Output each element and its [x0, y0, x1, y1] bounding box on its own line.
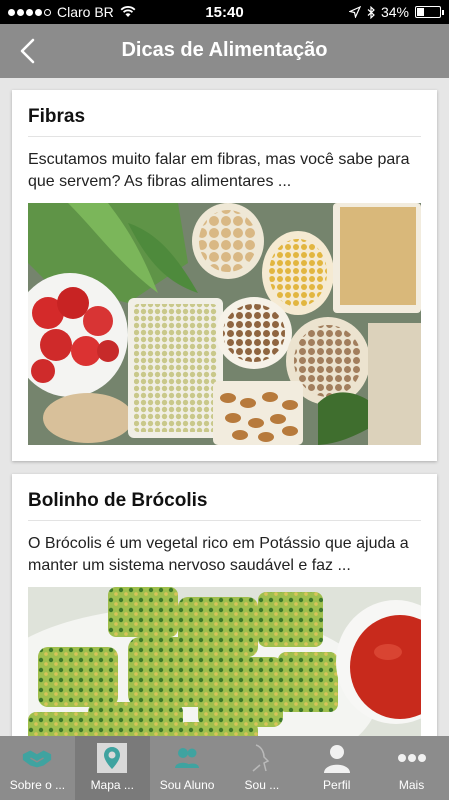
card-excerpt: O Brócolis é um vegetal rico em Potássio… — [28, 535, 409, 574]
tab-sobre[interactable]: Sobre o ... — [0, 736, 75, 800]
card-excerpt: Escutamos muito falar em fibras, mas voc… — [28, 151, 410, 190]
battery-label: 34% — [380, 4, 409, 20]
page-title: Dicas de Alimentação — [121, 39, 328, 61]
tab-label: Mais — [398, 778, 425, 792]
tab-sou[interactable]: Sou ... — [224, 736, 299, 800]
more-dots-icon — [396, 742, 428, 774]
battery-fill — [417, 8, 424, 16]
content-list[interactable]: Fibras Escutamos muito falar em fibras, … — [0, 78, 449, 736]
tab-label: Mapa ... — [90, 778, 134, 792]
status-right: 34% — [348, 4, 444, 20]
grains-bowls-image — [28, 203, 421, 445]
location-arrow-icon — [348, 6, 361, 18]
tab-label: Sou ... — [244, 778, 280, 792]
card-image-brocolis — [28, 587, 421, 736]
tab-mapa[interactable]: Mapa ... — [74, 736, 150, 800]
tab-perfil[interactable]: Perfil — [299, 736, 374, 800]
status-bar: Claro BR 15:40 34% — [0, 0, 449, 24]
tab-mais[interactable]: Mais — [374, 736, 449, 800]
card-title: Fibras — [28, 106, 421, 137]
article-card-brocolis[interactable]: Bolinho de Brócolis O Brócolis é um vege… — [12, 474, 437, 736]
battery-icon — [415, 6, 444, 18]
tab-sou-aluno[interactable]: Sou Aluno — [150, 736, 225, 800]
tab-label: Sobre o ... — [9, 778, 66, 792]
tab-bar: Sobre o ... Mapa ... Sou Aluno Sou ... P… — [0, 736, 449, 800]
broccoli-bites-image — [28, 587, 421, 736]
article-card-fibras[interactable]: Fibras Escutamos muito falar em fibras, … — [12, 90, 437, 461]
bluetooth-icon — [367, 5, 375, 19]
person-icon — [321, 742, 353, 774]
map-pin-icon — [96, 742, 128, 774]
tab-label: Sou Aluno — [159, 778, 215, 792]
profile-silhouette-icon — [246, 742, 278, 774]
handshake-icon — [21, 742, 53, 774]
card-image-fibras — [28, 203, 421, 445]
tab-label: Perfil — [323, 778, 351, 792]
card-title: Bolinho de Brócolis — [28, 490, 421, 521]
users-icon — [171, 742, 203, 774]
nav-bar: Dicas de Alimentação — [0, 24, 449, 78]
